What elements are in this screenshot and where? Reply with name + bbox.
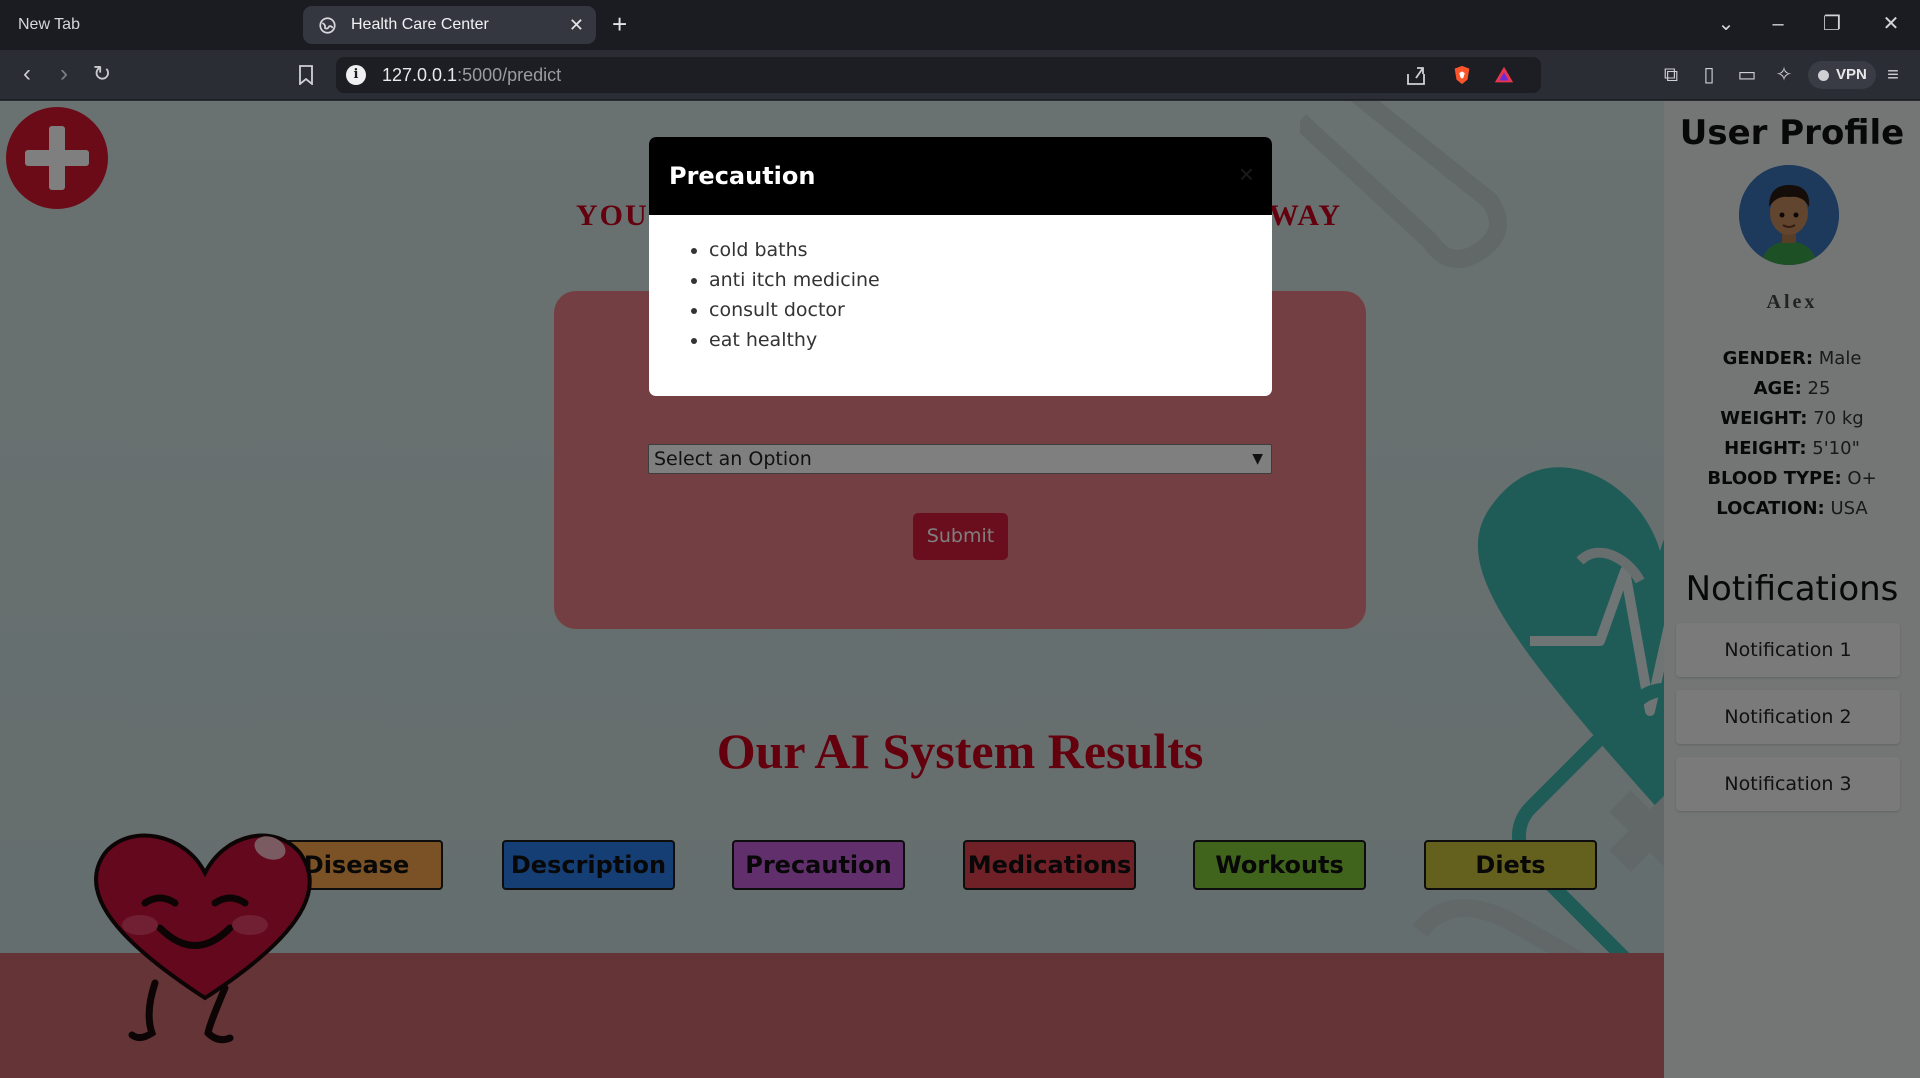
list-item: anti itch medicine (709, 265, 880, 295)
wallet-icon[interactable]: ▭ (1736, 64, 1758, 86)
browser-toolbar: ‹ › ↻ i 127.0.0.1:5000/predict ⧉ ▯ ▭ ✧ V… (0, 50, 1920, 100)
list-item: cold baths (709, 235, 880, 265)
url-path: :5000/predict (457, 65, 562, 85)
tab-health-care-center[interactable]: Health Care Center ✕ (303, 6, 596, 44)
site-info-icon[interactable]: i (346, 65, 366, 85)
minimize-icon[interactable]: – (1758, 10, 1798, 38)
back-icon[interactable]: ‹ (12, 62, 42, 88)
vpn-button[interactable]: VPN (1808, 61, 1876, 89)
modal-title: Precaution (669, 162, 816, 190)
brave-shield-icon[interactable] (1450, 64, 1474, 86)
menu-icon[interactable]: ≡ (1882, 64, 1904, 86)
precaution-modal: Precaution × cold baths anti itch medici… (649, 137, 1272, 396)
list-item: eat healthy (709, 325, 880, 355)
vpn-status-icon (1818, 70, 1829, 81)
tab-search-chevron-icon[interactable]: ⌄ (1706, 10, 1746, 38)
page-viewport: YOU WAY Select an Option ▼ Submit Our AI… (0, 101, 1920, 1078)
url-text: 127.0.0.1:5000/predict (382, 57, 561, 93)
bookmark-icon[interactable] (298, 65, 314, 85)
forward-icon[interactable]: › (49, 62, 79, 88)
extensions-icon[interactable]: ⧉ (1660, 64, 1682, 86)
tab-new-tab[interactable]: New Tab (8, 7, 298, 43)
share-icon[interactable] (1404, 64, 1428, 86)
new-tab-button[interactable]: + (612, 9, 627, 39)
close-tab-icon[interactable]: ✕ (569, 6, 584, 44)
url-host: 127.0.0.1 (382, 65, 458, 85)
tab-label: Health Care Center (351, 16, 489, 33)
precaution-list: cold baths anti itch medicine consult do… (689, 235, 880, 355)
modal-header: Precaution × (649, 137, 1272, 215)
close-window-icon[interactable]: ✕ (1871, 10, 1911, 38)
restore-icon[interactable]: ❐ (1812, 10, 1852, 38)
globe-icon (319, 17, 336, 34)
leo-ai-icon[interactable]: ✧ (1773, 64, 1795, 86)
sidebar-toggle-icon[interactable]: ▯ (1698, 64, 1720, 86)
reload-icon[interactable]: ↻ (87, 62, 117, 88)
close-icon[interactable]: × (1239, 159, 1254, 189)
address-bar[interactable]: i 127.0.0.1:5000/predict (336, 57, 1541, 93)
brave-rewards-icon[interactable] (1492, 64, 1516, 86)
list-item: consult doctor (709, 295, 880, 325)
vpn-label: VPN (1836, 66, 1867, 83)
browser-tab-strip: New Tab Health Care Center ✕ + ⌄ – ❐ ✕ (0, 0, 1920, 50)
tab-label: New Tab (18, 16, 80, 33)
